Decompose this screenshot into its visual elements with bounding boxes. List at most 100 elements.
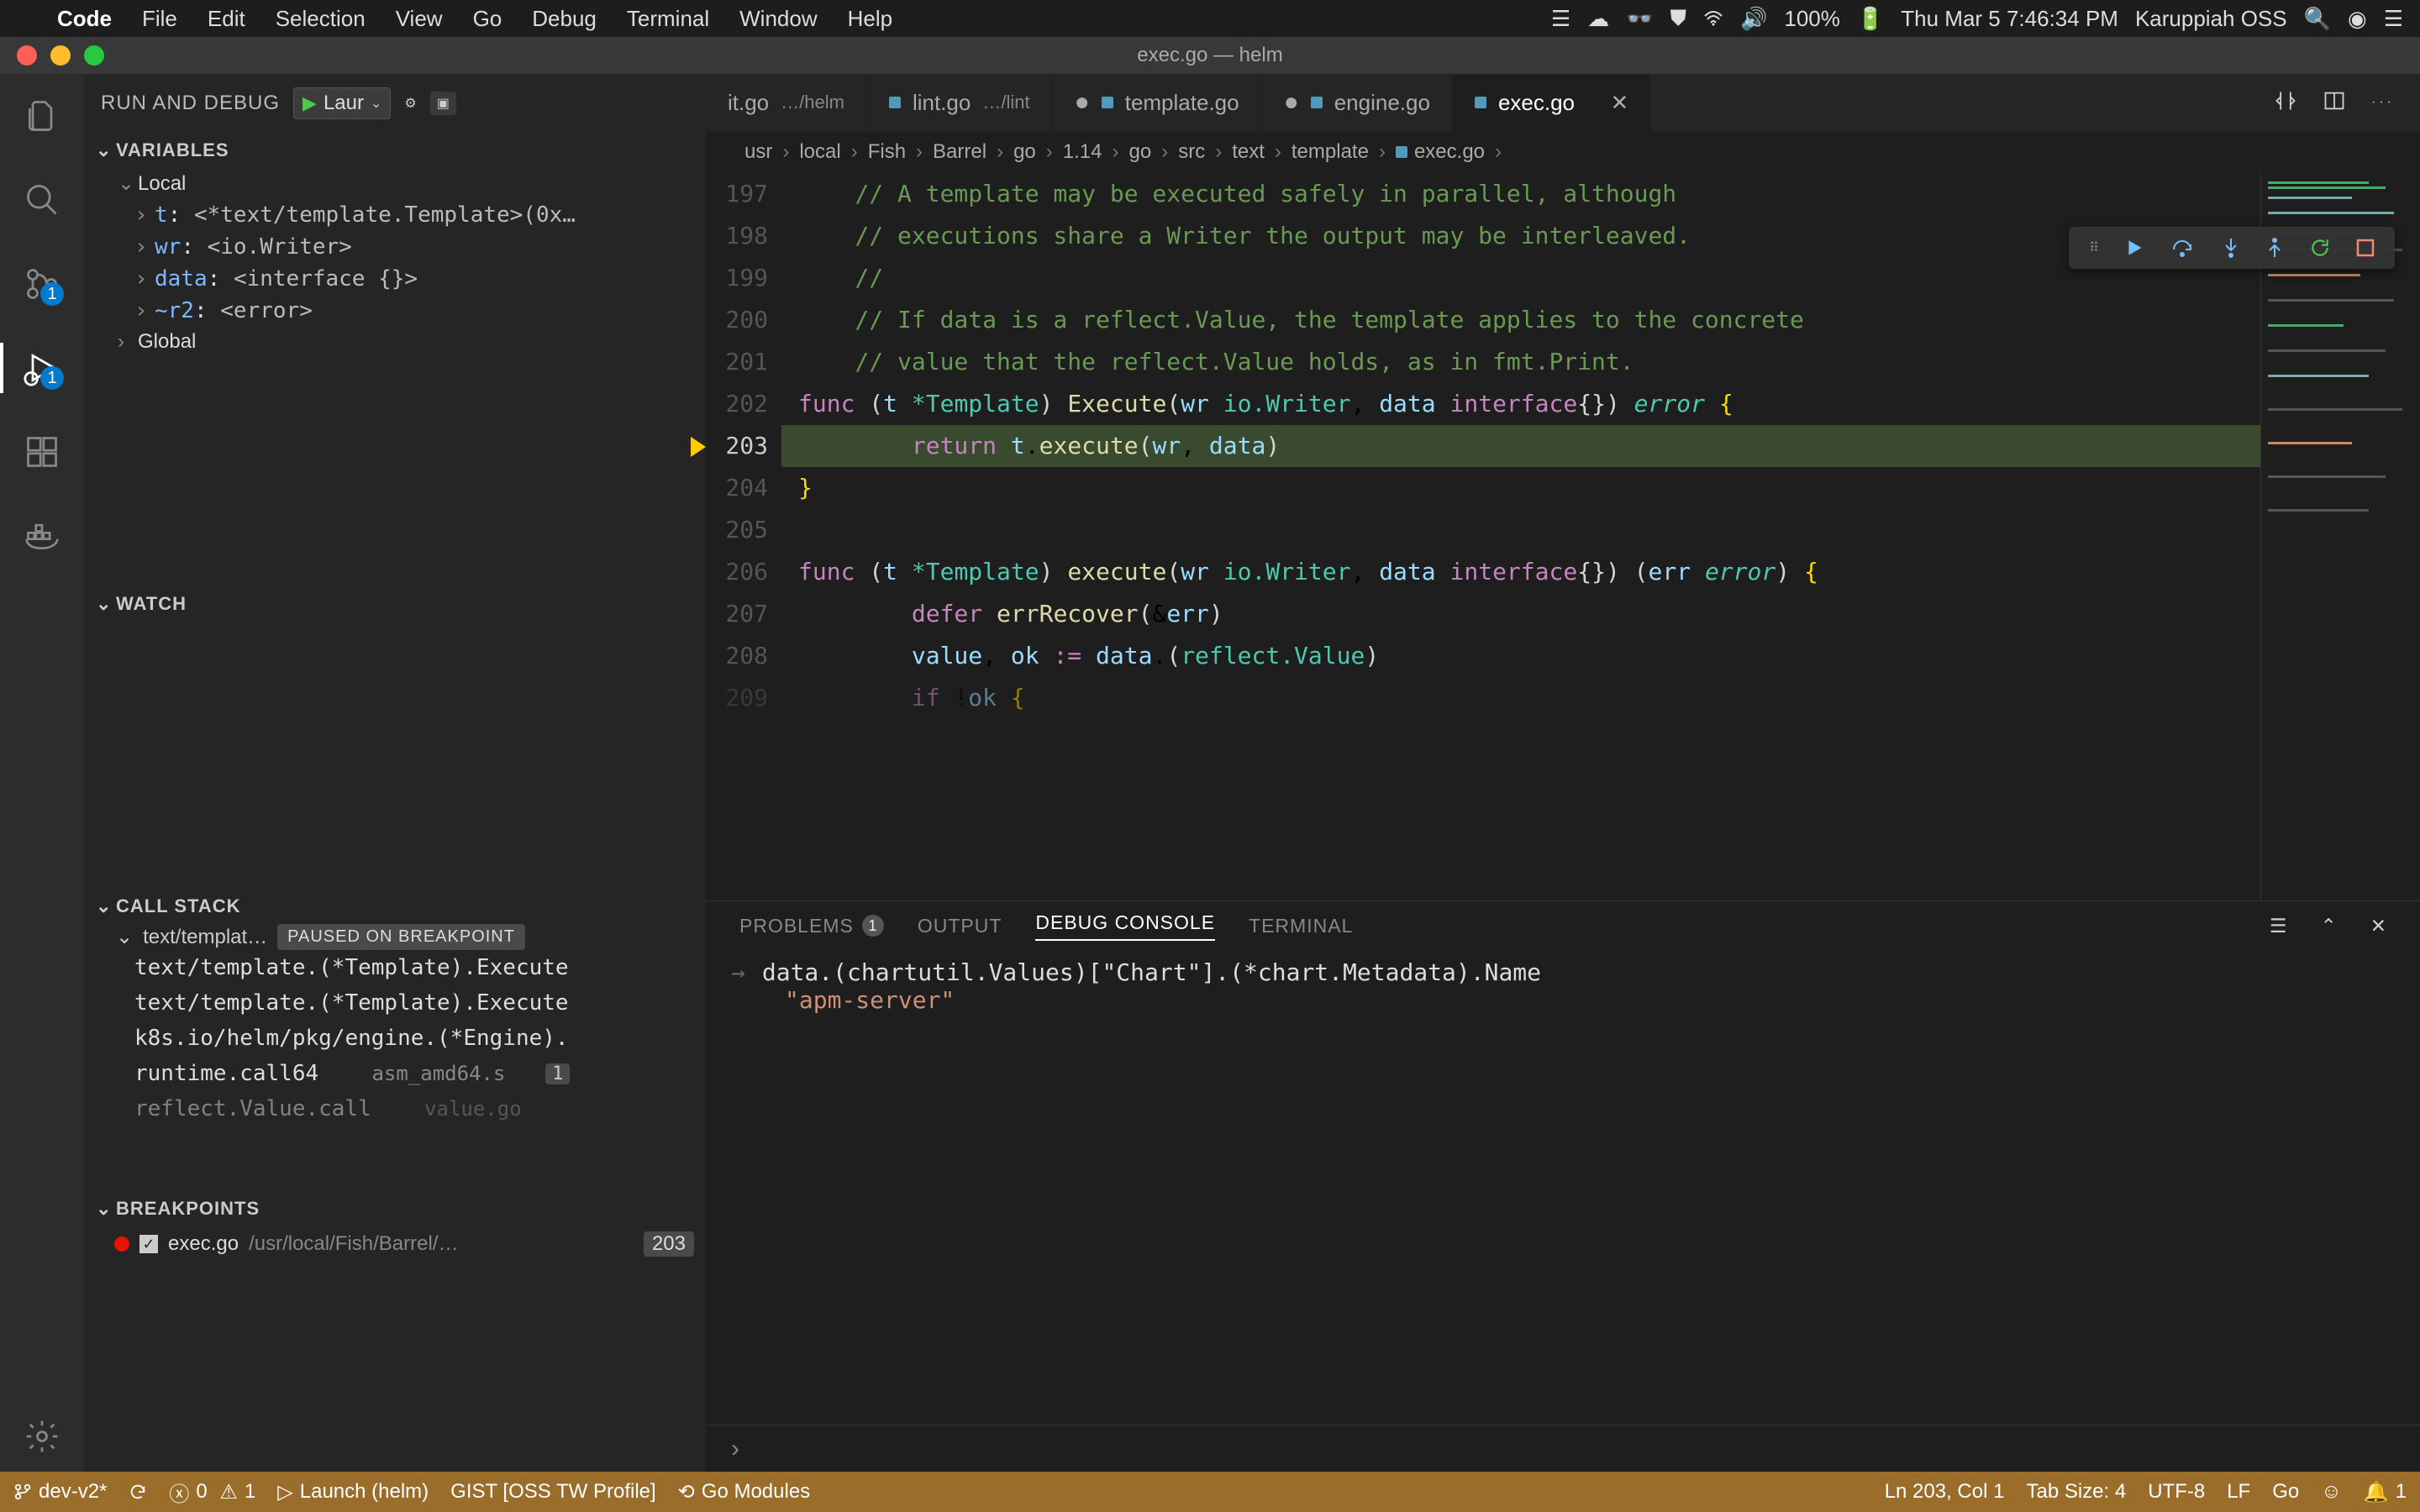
configure-gear-icon[interactable]: ⚙ [404, 95, 416, 112]
launch-config-dropdown[interactable]: ▶ Laur ⌄ [293, 87, 391, 119]
stack-frame[interactable]: text/template.(*Template).Execute [84, 950, 706, 985]
sync-icon[interactable] [129, 1483, 147, 1501]
window-title: exec.go — helm [0, 44, 2420, 67]
drag-handle-icon[interactable]: ⠿ [2089, 239, 2099, 256]
debug-status[interactable]: ▷ Launch (helm) [277, 1480, 429, 1504]
encoding[interactable]: UTF-8 [2148, 1480, 2205, 1504]
tab-size[interactable]: Tab Size: 4 [2026, 1480, 2126, 1504]
stack-frame[interactable]: text/template.(*Template).Execute [84, 985, 706, 1021]
minimize-button[interactable] [50, 45, 71, 66]
menu-app[interactable]: Code [42, 6, 127, 32]
cloud-icon[interactable]: ☁ [1579, 6, 1618, 32]
git-branch[interactable]: dev-v2* [13, 1480, 107, 1504]
step-out-button[interactable] [2265, 237, 2284, 259]
restart-button[interactable] [2309, 237, 2331, 259]
step-into-button[interactable] [2222, 237, 2240, 259]
tab-terminal[interactable]: TERMINAL [1249, 915, 1353, 937]
docker-icon[interactable] [17, 511, 67, 561]
dirty-icon: ● [1284, 88, 1299, 117]
code-editor[interactable]: 197198199200201202203204205206207208209 … [706, 173, 2420, 900]
stack-frame[interactable]: reflect.Value.call value.go [84, 1091, 706, 1126]
variable-row[interactable]: ›data: <interface {}> [84, 263, 706, 295]
wifi-icon[interactable] [1695, 11, 1732, 26]
tab-debug-console[interactable]: DEBUG CONSOLE [1035, 911, 1215, 941]
breakpoints-section-header[interactable]: ⌄BREAKPOINTS [84, 1191, 706, 1226]
menu-selection[interactable]: Selection [260, 6, 381, 32]
stack-frame[interactable]: runtime.call64 asm_amd64.s 1 [84, 1056, 706, 1091]
go-modules-status[interactable]: ⟲ Go Modules [678, 1480, 811, 1504]
search-icon[interactable] [17, 175, 67, 225]
variable-row[interactable]: ›t: <*text/template.Template>(0x… [84, 199, 706, 231]
debug-console-output[interactable]: →data.(chartutil.Values)["Chart"].(*char… [706, 950, 2420, 1425]
panel-close-icon[interactable]: ✕ [2370, 915, 2386, 937]
scope-local[interactable]: ⌄Local [84, 168, 706, 199]
explorer-icon[interactable] [17, 91, 67, 141]
variable-row[interactable]: ›~r2: <error> [84, 295, 706, 327]
menu-window[interactable]: Window [724, 6, 832, 32]
minimap[interactable] [2260, 173, 2420, 900]
menu-terminal[interactable]: Terminal [612, 6, 724, 32]
split-editor-icon[interactable] [2323, 89, 2346, 117]
datetime[interactable]: Thu Mar 5 7:46:34 PM [1892, 6, 2127, 32]
menu-edit[interactable]: Edit [192, 6, 260, 32]
debug-toolbar[interactable]: ⠿ [2069, 227, 2395, 269]
callstack-section-header[interactable]: ⌄CALL STACK [84, 889, 706, 924]
titlebar: exec.go — helm [0, 37, 2420, 74]
notifications-icon[interactable]: 🔔 1 [2364, 1480, 2407, 1504]
close-button[interactable] [17, 45, 37, 66]
close-tab-icon[interactable]: ✕ [1610, 90, 1628, 116]
watch-section-header[interactable]: ⌄WATCH [84, 586, 706, 622]
glasses-icon[interactable]: 👓 [1618, 6, 1661, 32]
panel-maximize-icon[interactable]: ⌃ [2320, 915, 2336, 937]
variables-section-header[interactable]: ⌄VARIABLES [84, 133, 706, 168]
language-mode[interactable]: Go [2272, 1480, 2299, 1504]
variable-row[interactable]: ›wr: <io.Writer> [84, 231, 706, 263]
problems-status[interactable]: ⓧ 0 ⚠ 1 [169, 1478, 255, 1507]
stop-button[interactable] [2356, 239, 2375, 257]
breakpoint-row[interactable]: ✓ exec.go /usr/local/Fish/Barrel/… 203 [84, 1226, 706, 1262]
debug-console-input[interactable]: › [706, 1425, 2420, 1472]
callstack-thread[interactable]: ⌄text/templat…PAUSED ON BREAKPOINT [84, 924, 706, 950]
menu-view[interactable]: View [381, 6, 458, 32]
volume-icon[interactable]: 🔊 [1732, 6, 1776, 32]
breadcrumb[interactable]: usr› local› Fish› Barrel› go› 1.14› go› … [706, 131, 2420, 173]
controls-icon[interactable]: ☰ [2375, 6, 2412, 32]
debug-console-toggle-icon[interactable]: ▣ [430, 92, 456, 115]
more-actions-icon[interactable]: ··· [2371, 95, 2395, 110]
menu-go[interactable]: Go [458, 6, 518, 32]
siri-icon[interactable]: ◉ [2339, 6, 2375, 32]
extensions-icon[interactable] [17, 427, 67, 477]
gutter[interactable]: 197198199200201202203204205206207208209 [706, 173, 781, 900]
battery-icon[interactable]: 🔋 [1849, 6, 1892, 32]
manage-gear-icon[interactable] [17, 1411, 67, 1462]
tab-output[interactable]: OUTPUT [918, 915, 1002, 937]
tab-engine[interactable]: ●engine.go [1262, 74, 1453, 131]
tab-problems[interactable]: PROBLEMS1 [739, 915, 884, 937]
tab-exec[interactable]: exec.go ✕ [1453, 74, 1651, 131]
filter-icon[interactable]: ☰ [2270, 915, 2287, 937]
feedback-icon[interactable]: ☺ [2321, 1480, 2342, 1504]
user-name[interactable]: Karuppiah OSS [2127, 6, 2296, 32]
menu-help[interactable]: Help [833, 6, 908, 32]
tab-lint[interactable]: lint.go …/lint [867, 74, 1053, 131]
continue-button[interactable] [2124, 237, 2146, 259]
breakpoint-checkbox[interactable]: ✓ [139, 1235, 158, 1253]
scope-global[interactable]: ›Global [84, 327, 706, 357]
maximize-button[interactable] [84, 45, 104, 66]
cursor-position[interactable]: Ln 203, Col 1 [1885, 1480, 2005, 1504]
code-area[interactable]: // A template may be executed safely in … [781, 173, 2260, 900]
debug-icon[interactable]: 1 [17, 343, 67, 393]
tab-template[interactable]: ●template.go [1053, 74, 1262, 131]
menu-file[interactable]: File [127, 6, 192, 32]
scm-icon[interactable]: 1 [17, 259, 67, 309]
eol[interactable]: LF [2227, 1480, 2250, 1504]
shield-icon[interactable]: ⛊ [1662, 5, 1696, 32]
tab-helm[interactable]: it.go …/helm [706, 74, 867, 131]
tray-icon[interactable]: ☰ [1543, 6, 1579, 32]
step-over-button[interactable] [2171, 237, 2196, 259]
gist-status[interactable]: GIST [OSS TW Profile] [450, 1480, 656, 1504]
stack-frame[interactable]: k8s.io/helm/pkg/engine.(*Engine). [84, 1021, 706, 1056]
menu-debug[interactable]: Debug [517, 6, 612, 32]
compare-changes-icon[interactable] [2274, 89, 2297, 117]
spotlight-icon[interactable]: 🔍 [2296, 6, 2339, 32]
